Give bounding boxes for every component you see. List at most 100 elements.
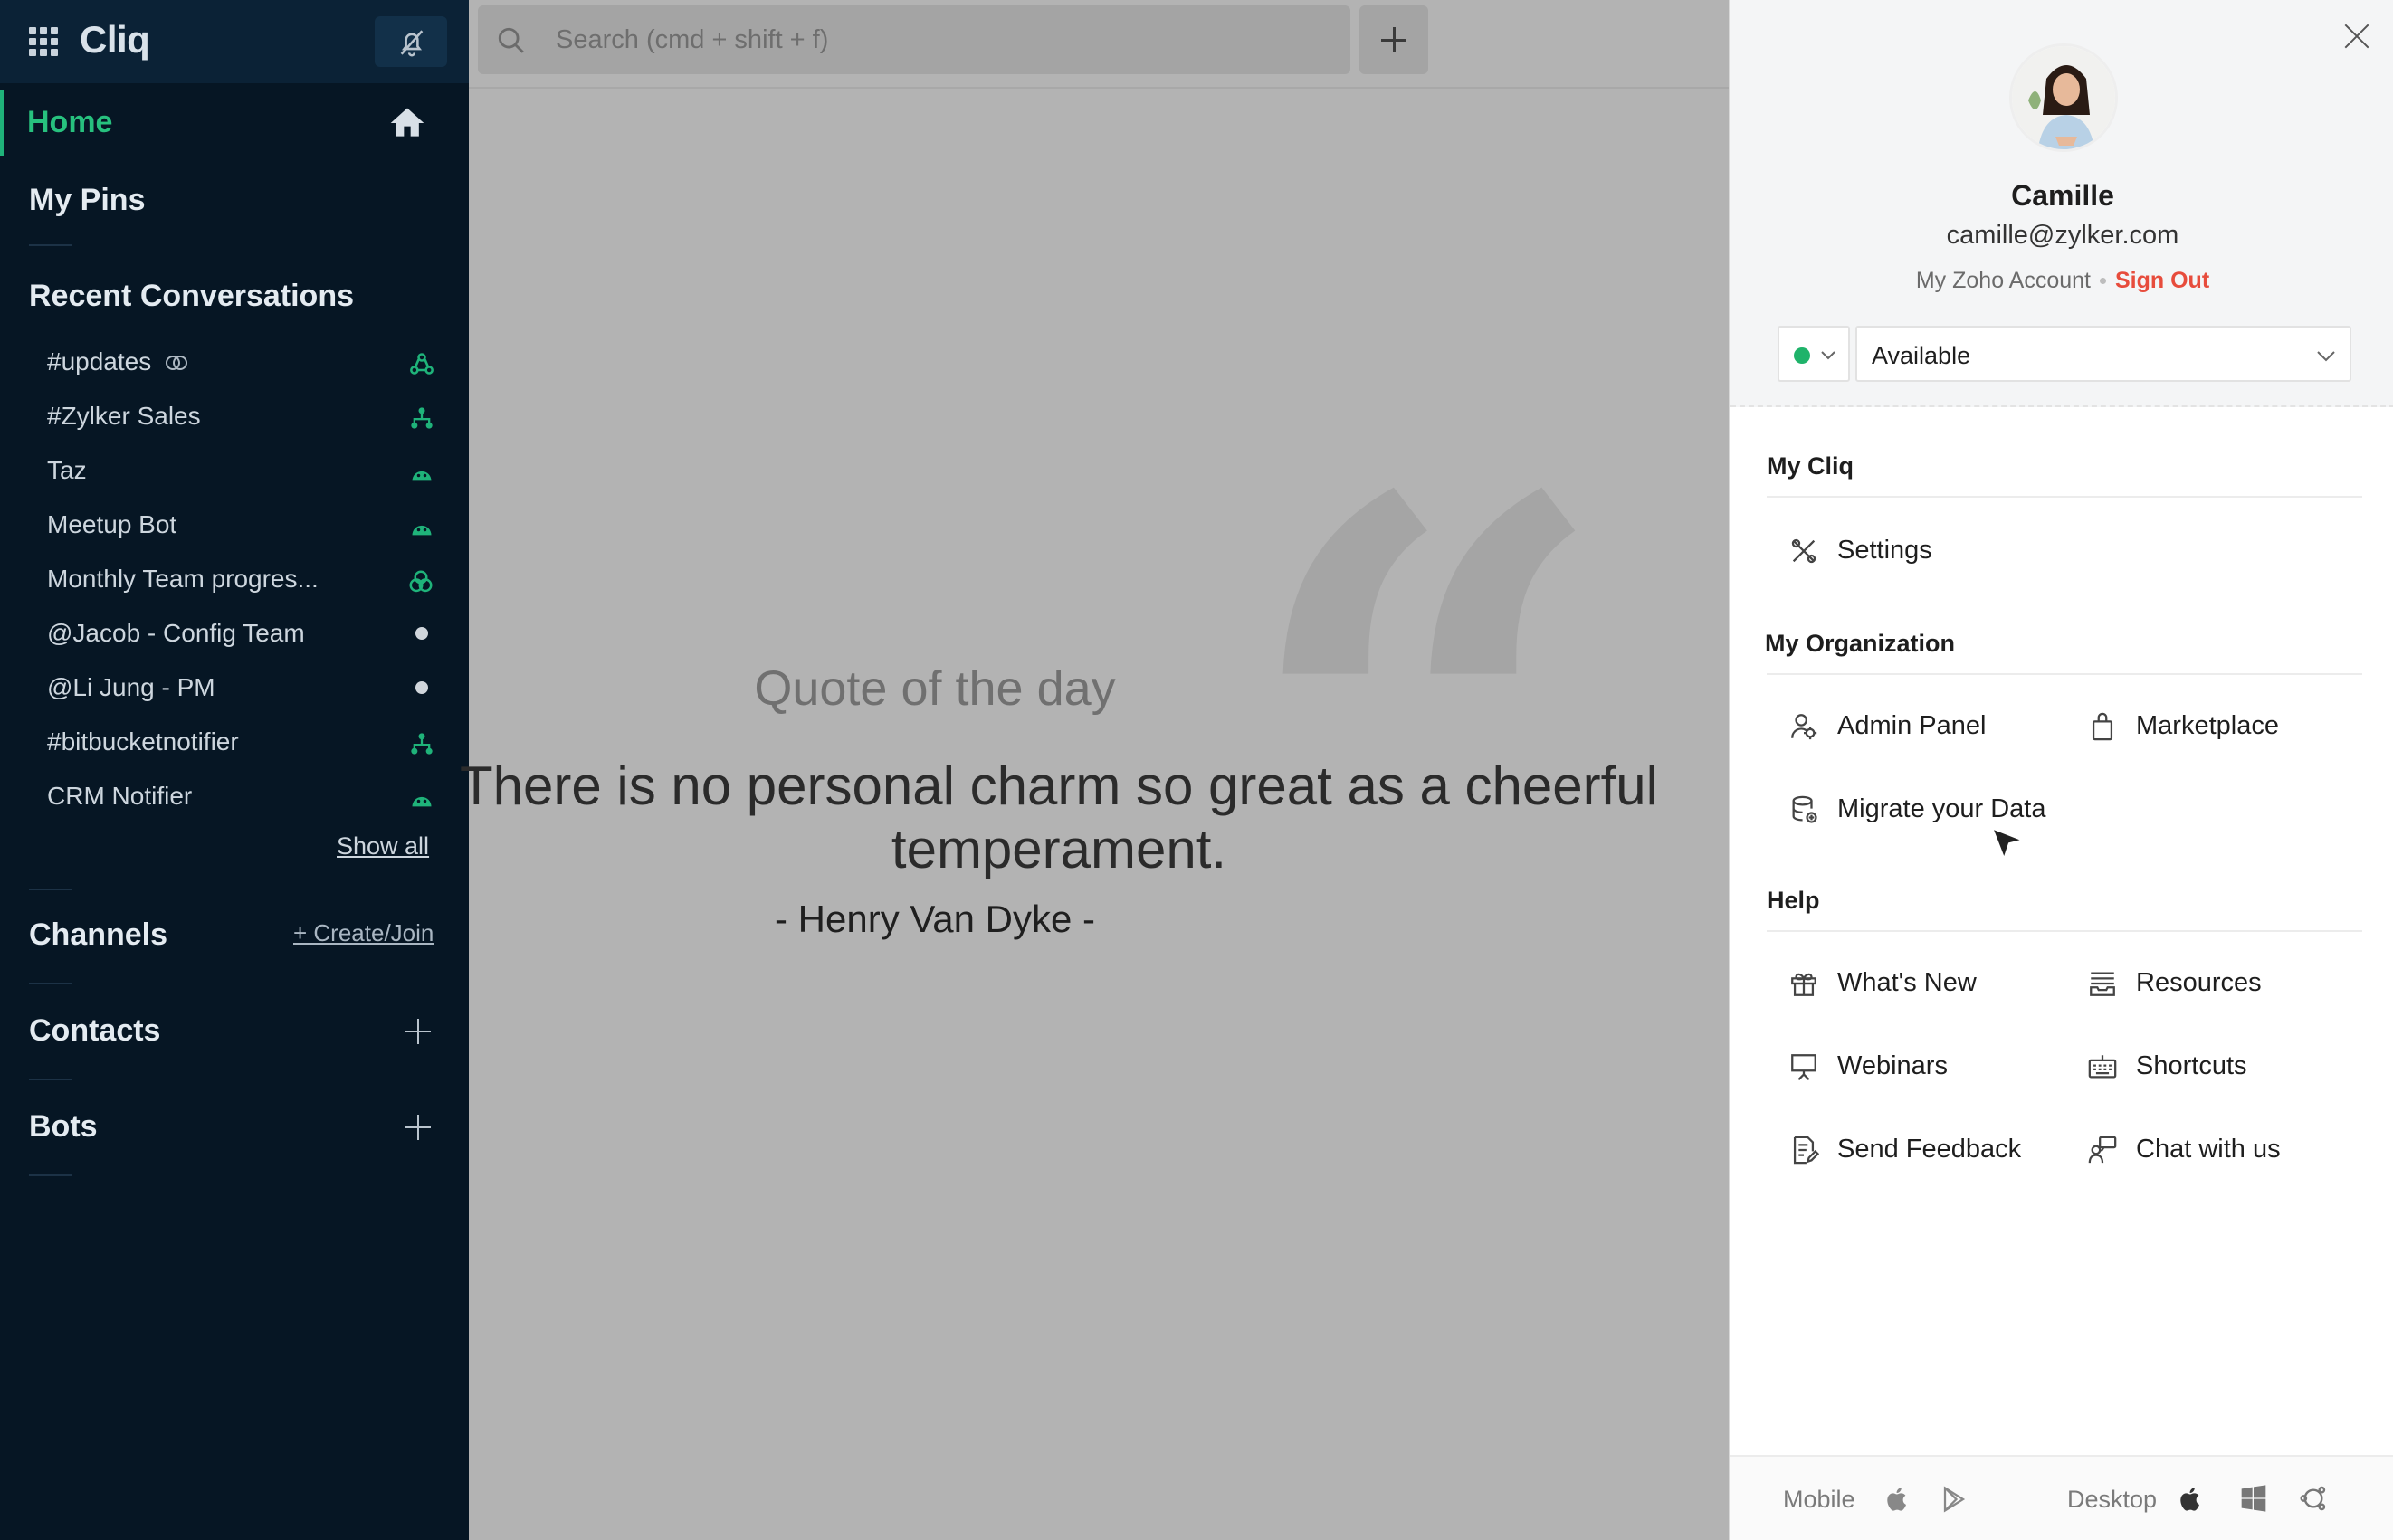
nav-home[interactable]: Home <box>0 87 469 159</box>
send-feedback-menu-item[interactable]: Send Feedback <box>1788 1124 2060 1174</box>
bell-off-icon <box>400 30 424 57</box>
group-icon <box>409 570 433 593</box>
support-agent-icon <box>2088 1136 2117 1164</box>
quote-marks-icon: “ <box>1238 359 1614 1125</box>
settings-tools-icon <box>1791 538 1816 564</box>
section-divider <box>1767 930 2362 932</box>
avatar[interactable] <box>2009 43 2118 152</box>
sign-out-link[interactable]: Sign Out <box>2115 268 2209 293</box>
contacts-title[interactable]: Contacts <box>29 1013 160 1049</box>
menu-label: Resources <box>2136 968 2262 997</box>
profile-links: My Zoho Account Sign Out <box>1730 268 2393 294</box>
channel-icon <box>410 353 434 375</box>
chat-with-us-menu-item[interactable]: Chat with us <box>2087 1124 2359 1174</box>
add-contact-plus-icon[interactable] <box>405 1019 431 1044</box>
conversation-item-taz[interactable]: Taz <box>47 449 445 494</box>
feedback-document-icon <box>1793 1136 1819 1165</box>
migrate-data-menu-item[interactable]: Migrate your Data <box>1788 784 2096 834</box>
search-icon <box>498 27 524 53</box>
zoho-account-link[interactable]: My Zoho Account <box>1916 268 2091 293</box>
settings-menu-item[interactable]: Settings <box>1788 525 2060 575</box>
help-title: Help <box>1767 887 1820 914</box>
divider <box>29 244 72 246</box>
home-icon <box>390 108 424 137</box>
search-box[interactable] <box>478 5 1350 74</box>
panel-footer: Mobile Desktop <box>1730 1455 2393 1540</box>
app-window: Cliq Home My Pins Recent Conversations #… <box>0 0 2393 1540</box>
profile-header: Camille camille@zylker.com My Zoho Accou… <box>1730 0 2393 407</box>
conversation-label: Monthly Team progres... <box>47 565 319 593</box>
whats-new-menu-item[interactable]: What's New <box>1788 957 2060 1008</box>
bots-title[interactable]: Bots <box>29 1109 98 1145</box>
marketplace-menu-item[interactable]: Marketplace <box>2087 700 2359 751</box>
app-grid-icon[interactable] <box>29 27 58 56</box>
status-color-dropdown[interactable] <box>1778 326 1850 382</box>
org-channel-icon <box>411 733 433 755</box>
sidebar-header: Cliq <box>0 0 469 83</box>
nav-home-label: Home <box>27 105 113 139</box>
chevron-down-icon <box>2317 351 2335 362</box>
webinars-menu-item[interactable]: Webinars <box>1788 1041 2060 1091</box>
conversation-item-monthly-team[interactable]: Monthly Team progres... <box>47 557 445 603</box>
my-cliq-title: My Cliq <box>1767 452 1854 480</box>
offline-dot-icon <box>415 627 428 640</box>
database-icon <box>1792 795 1817 823</box>
apple-icon[interactable] <box>1884 1484 1912 1515</box>
windows-icon[interactable] <box>2239 1484 2268 1513</box>
conversation-item-zylker-sales[interactable]: #Zylker Sales <box>47 395 445 440</box>
chevron-down-icon <box>1821 351 1835 360</box>
add-bot-plus-icon[interactable] <box>405 1115 431 1140</box>
divider <box>29 983 72 984</box>
search-input[interactable] <box>556 18 1334 62</box>
presentation-icon <box>1791 1054 1816 1080</box>
profile-panel: Camille camille@zylker.com My Zoho Accou… <box>1729 0 2393 1540</box>
conversation-item-meetup-bot[interactable]: Meetup Bot <box>47 503 445 548</box>
add-button[interactable] <box>1359 5 1428 74</box>
admin-panel-menu-item[interactable]: Admin Panel <box>1788 700 2060 751</box>
mobile-label: Mobile <box>1783 1486 1855 1513</box>
separator-dot <box>2100 278 2106 284</box>
keyboard-icon <box>2088 1055 2117 1079</box>
menu-label: Webinars <box>1837 1051 1948 1080</box>
notification-mute-button[interactable] <box>375 16 447 67</box>
desktop-label: Desktop <box>2067 1486 2158 1513</box>
google-play-icon[interactable] <box>1940 1484 1968 1515</box>
menu-label: Shortcuts <box>2136 1051 2247 1080</box>
linux-icon[interactable] <box>2299 1484 2328 1513</box>
menu-label: Settings <box>1837 536 1932 565</box>
menu-label: Send Feedback <box>1837 1135 2022 1164</box>
gift-icon <box>1791 973 1816 996</box>
quote-author: - Henry Van Dyke - <box>775 898 1095 940</box>
conversation-label: Taz <box>47 456 87 484</box>
shortcuts-menu-item[interactable]: Shortcuts <box>2087 1041 2359 1091</box>
quote-text: There is no personal charm so great as a… <box>459 756 1658 879</box>
status-dropdown[interactable]: Available <box>1855 326 2351 382</box>
conversation-label: #bitbucketnotifier <box>47 727 239 756</box>
section-divider <box>1767 673 2362 675</box>
top-bar <box>469 0 1729 89</box>
admin-user-icon <box>1791 714 1817 740</box>
nav-my-pins[interactable]: My Pins <box>29 183 145 218</box>
conversation-item-updates[interactable]: #updates <box>47 340 445 385</box>
menu-label: Chat with us <box>2136 1135 2281 1164</box>
apple-desktop-icon[interactable] <box>2178 1484 2205 1515</box>
divider <box>29 1079 72 1080</box>
menu-label: Admin Panel <box>1837 711 1987 740</box>
bot-icon <box>412 471 432 481</box>
conversation-item-jacob[interactable]: @Jacob - Config Team <box>47 612 445 657</box>
close-icon[interactable] <box>2339 18 2375 54</box>
conversation-label: CRM Notifier <box>47 782 193 810</box>
profile-name: Camille <box>2011 179 2114 212</box>
active-indicator <box>0 90 4 156</box>
resources-menu-item[interactable]: Resources <box>2087 957 2359 1008</box>
menu-label: Marketplace <box>2136 711 2279 740</box>
menu-label: Migrate your Data <box>1837 794 2046 823</box>
recent-conversations-title[interactable]: Recent Conversations <box>29 279 354 314</box>
divider <box>29 1174 72 1176</box>
conversation-label: #Zylker Sales <box>47 402 201 430</box>
status-value: Available <box>1872 342 1971 369</box>
profile-email: camille@zylker.com <box>1946 221 2179 250</box>
brand-logo: Cliq <box>80 18 150 61</box>
conversation-label: #updates <box>47 347 152 375</box>
resources-tray-icon <box>2090 972 2115 996</box>
